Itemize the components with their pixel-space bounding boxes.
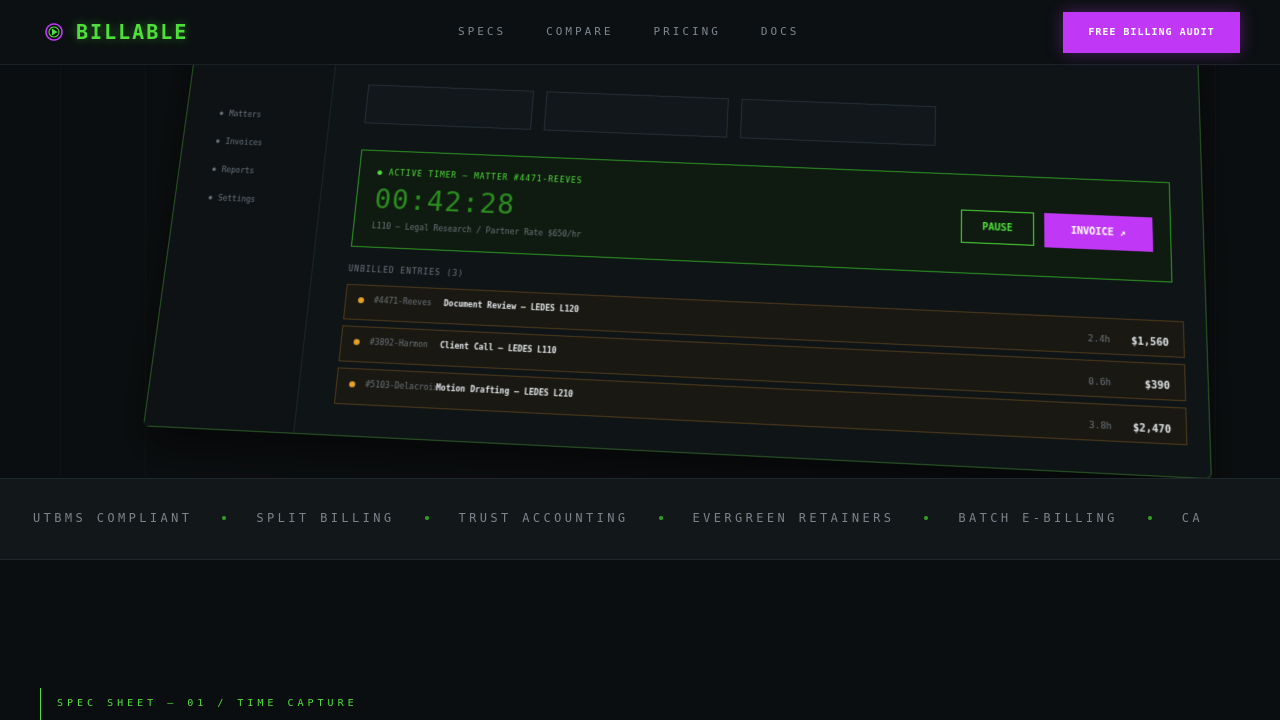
separator-dot-icon — [1147, 516, 1152, 520]
hero-stage: ● Matters ● Invoices ● Reports ● Setting… — [0, 64, 1280, 478]
sidebar-item-invoices[interactable]: ● Invoices — [216, 137, 263, 147]
section-accent-bar — [40, 688, 41, 720]
brand-name: BILLABLE — [76, 20, 189, 44]
dashboard-sidebar: ● Matters ● Invoices ● Reports ● Setting… — [144, 64, 344, 433]
nav-docs[interactable]: DOCS — [761, 25, 800, 38]
sidebar-item-label: Reports — [221, 165, 255, 176]
feature-item: SPLIT BILLING — [256, 511, 395, 525]
entry-amount: $390 — [1144, 379, 1171, 393]
sidebar-item-settings[interactable]: ● Settings — [208, 193, 256, 204]
active-timer-panel: ● ACTIVE TIMER — MATTER #4471-REEVES 00:… — [350, 149, 1173, 283]
bullet-icon: ● — [211, 165, 217, 173]
brand-logo[interactable]: BILLABLE — [44, 20, 188, 44]
pause-button[interactable]: PAUSE — [960, 209, 1035, 246]
marquee-track: UTBMS COMPLIANT SPLIT BILLING TRUST ACCO… — [33, 511, 1203, 525]
separator-dot-icon — [658, 516, 663, 520]
stat-card — [543, 91, 729, 138]
invoice-button[interactable]: INVOICE ↗ — [1044, 212, 1154, 252]
sidebar-item-matters[interactable]: ● Matters — [219, 109, 262, 120]
status-dot-icon — [353, 338, 360, 346]
dashboard-mockup: ● Matters ● Invoices ● Reports ● Setting… — [143, 64, 1212, 478]
separator-dot-icon — [222, 516, 227, 520]
timer-label: ● ACTIVE TIMER — MATTER #4471-REEVES — [377, 168, 583, 186]
free-billing-audit-button[interactable]: FREE BILLING AUDIT — [1063, 12, 1240, 53]
status-dot-icon — [348, 381, 356, 388]
entry-matter: #4471-Reeves — [373, 295, 433, 308]
timer-value: 00:42:28 — [373, 183, 517, 221]
sidebar-item-label: Settings — [217, 193, 256, 204]
nav-compare[interactable]: COMPARE — [546, 25, 613, 38]
bullet-icon: ● — [219, 110, 224, 117]
bullet-icon: ● — [208, 194, 213, 202]
clock-play-icon — [45, 23, 63, 41]
sidebar-item-label: Matters — [228, 109, 262, 120]
entry-description: Motion Drafting — LEDES L210 — [435, 383, 574, 399]
features-marquee: UTBMS COMPLIANT SPLIT BILLING TRUST ACCO… — [0, 478, 1280, 560]
entry-hours: 3.8h — [1088, 420, 1112, 433]
entry-hours: 0.6h — [1088, 377, 1112, 389]
bullet-icon: ● — [215, 137, 221, 145]
entry-matter: #5103-Delacroix — [364, 379, 439, 393]
status-dot-icon — [357, 297, 365, 304]
main-nav: SPECS COMPARE PRICING DOCS — [458, 25, 799, 38]
separator-dot-icon — [924, 516, 929, 520]
nav-pricing[interactable]: PRICING — [653, 25, 720, 38]
sidebar-item-reports[interactable]: ● Reports — [212, 165, 255, 175]
nav-specs[interactable]: SPECS — [458, 25, 506, 38]
feature-item: TRUST ACCOUNTING — [458, 511, 629, 525]
spec-sheet-label: SPEC SHEET — 01 / TIME CAPTURE — [57, 698, 358, 709]
timer-subtitle: L110 — Legal Research / Partner Rate $65… — [371, 221, 582, 240]
entry-amount: $1,560 — [1131, 336, 1170, 350]
feature-item: CA — [1181, 511, 1203, 525]
entry-amount: $2,470 — [1132, 422, 1172, 437]
entry-description: Document Review — LEDES L120 — [443, 299, 580, 315]
feature-item: UTBMS COMPLIANT — [33, 511, 193, 525]
sidebar-item-label: Invoices — [224, 137, 263, 148]
feature-item: BATCH E-BILLING — [958, 511, 1118, 525]
separator-dot-icon — [424, 516, 429, 520]
entry-hours: 2.4h — [1087, 334, 1111, 346]
entry-description: Client Call — LEDES L110 — [439, 340, 557, 356]
site-header: BILLABLE SPECS COMPARE PRICING DOCS FREE… — [0, 0, 1280, 65]
feature-item: EVERGREEN RETAINERS — [692, 511, 895, 525]
stat-card — [739, 98, 937, 146]
unbilled-entries-heading: UNBILLED ENTRIES (3) — [348, 264, 465, 279]
entry-matter: #3892-Harmon — [369, 337, 429, 350]
stat-card — [364, 84, 535, 130]
